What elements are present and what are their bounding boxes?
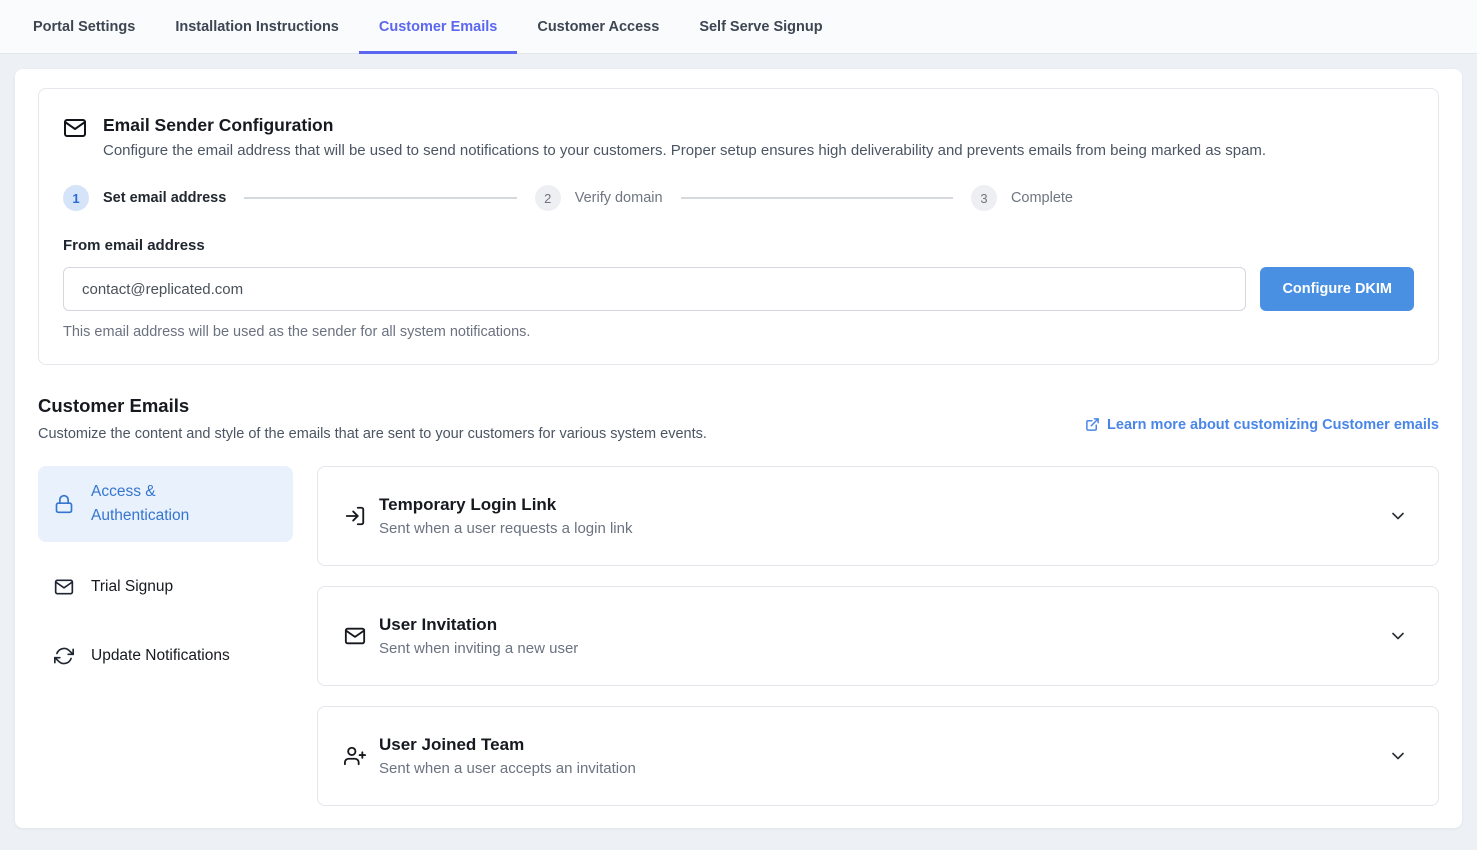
email-card-subtitle: Sent when a user requests a login link — [379, 520, 1371, 537]
step-label: Set email address — [103, 190, 226, 206]
mail-icon — [344, 625, 366, 647]
sidebar-item-update-notifications[interactable]: Update Notifications — [38, 632, 293, 680]
content-area: Email Sender Configuration Configure the… — [0, 54, 1477, 850]
customer-emails-title: Customer Emails — [38, 395, 707, 417]
chevron-down-icon — [1388, 746, 1408, 766]
step-verify-domain: 2 Verify domain — [535, 185, 663, 211]
chevron-down-icon — [1388, 506, 1408, 526]
email-card-title: User Joined Team — [379, 735, 1371, 755]
step-complete: 3 Complete — [971, 185, 1073, 211]
lock-icon — [54, 494, 74, 514]
configure-dkim-button[interactable]: Configure DKIM — [1260, 267, 1414, 311]
tab-customer-access[interactable]: Customer Access — [517, 0, 679, 53]
step-connector — [244, 197, 516, 199]
tab-portal-settings[interactable]: Portal Settings — [13, 0, 155, 53]
learn-more-label: Learn more about customizing Customer em… — [1107, 417, 1439, 433]
email-card-title: Temporary Login Link — [379, 495, 1371, 515]
sidebar-item-trial-signup[interactable]: Trial Signup — [38, 563, 293, 611]
step-set-email-address: 1 Set email address — [63, 185, 226, 211]
step-label: Complete — [1011, 190, 1073, 206]
from-email-input[interactable] — [63, 267, 1246, 311]
sidebar-item-label: Update Notifications — [91, 647, 230, 665]
external-link-icon — [1085, 417, 1100, 432]
mail-icon — [54, 577, 74, 597]
email-sender-title: Email Sender Configuration — [103, 115, 1266, 136]
expand-button[interactable] — [1384, 502, 1412, 530]
refresh-icon — [54, 646, 74, 666]
expand-button[interactable] — [1384, 622, 1412, 650]
tab-customer-emails[interactable]: Customer Emails — [359, 0, 517, 53]
email-card-subtitle: Sent when a user accepts an invitation — [379, 760, 1371, 777]
email-card-title: User Invitation — [379, 615, 1371, 635]
step-number: 3 — [971, 185, 997, 211]
setup-stepper: 1 Set email address 2 Verify domain 3 Co… — [63, 185, 1073, 211]
email-card-temporary-login-link[interactable]: Temporary Login Link Sent when a user re… — [317, 466, 1439, 566]
customer-emails-description: Customize the content and style of the e… — [38, 426, 707, 442]
mail-icon — [63, 116, 87, 159]
sidebar-item-label: Access & Authentication — [91, 480, 231, 528]
main-panel: Email Sender Configuration Configure the… — [15, 69, 1462, 828]
sidebar-item-access-authentication[interactable]: Access & Authentication — [38, 466, 293, 542]
login-icon — [344, 505, 366, 527]
expand-button[interactable] — [1384, 742, 1412, 770]
email-template-list: Temporary Login Link Sent when a user re… — [317, 466, 1439, 806]
email-card-user-invitation[interactable]: User Invitation Sent when inviting a new… — [317, 586, 1439, 686]
email-card-subtitle: Sent when inviting a new user — [379, 640, 1371, 657]
email-category-sidebar: Access & Authentication Trial Signup Upd… — [38, 466, 293, 806]
learn-more-link[interactable]: Learn more about customizing Customer em… — [1085, 417, 1439, 433]
email-card-user-joined-team[interactable]: User Joined Team Sent when a user accept… — [317, 706, 1439, 806]
tab-self-serve-signup[interactable]: Self Serve Signup — [679, 0, 842, 53]
email-sender-description: Configure the email address that will be… — [103, 142, 1266, 159]
step-number: 2 — [535, 185, 561, 211]
sidebar-item-label: Trial Signup — [91, 578, 173, 596]
step-number: 1 — [63, 185, 89, 211]
from-email-label: From email address — [63, 237, 1414, 254]
from-email-helper-text: This email address will be used as the s… — [63, 324, 1414, 340]
email-sender-configuration-card: Email Sender Configuration Configure the… — [38, 88, 1439, 365]
step-connector — [681, 197, 953, 199]
tab-installation-instructions[interactable]: Installation Instructions — [155, 0, 359, 53]
user-plus-icon — [344, 745, 366, 767]
step-label: Verify domain — [575, 190, 663, 206]
tab-bar: Portal Settings Installation Instruction… — [0, 0, 1477, 54]
chevron-down-icon — [1388, 626, 1408, 646]
